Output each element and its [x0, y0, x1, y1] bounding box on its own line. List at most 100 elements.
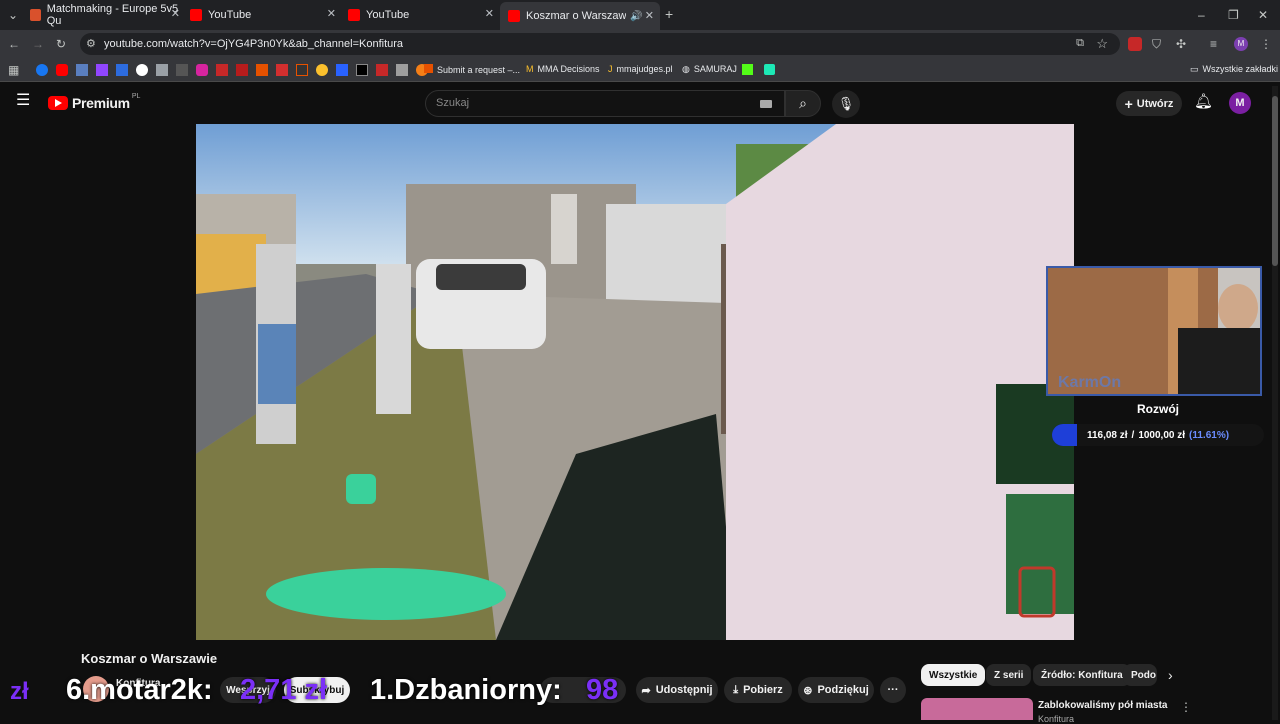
chip-related[interactable]: Podo	[1123, 664, 1157, 686]
bookmark-kick-icon[interactable]	[742, 64, 753, 75]
minimize-icon[interactable]: –	[1198, 8, 1205, 22]
bookmark-mma-decisions[interactable]: M MMA Decisions	[526, 64, 600, 74]
chip-series[interactable]: Z serii	[986, 664, 1032, 686]
reload-icon[interactable]: ↻	[56, 37, 66, 51]
tab-search-icon[interactable]: ⌄	[8, 8, 18, 22]
chip-label: Z serii	[994, 669, 1024, 681]
close-tab-icon[interactable]: ✕	[327, 7, 336, 20]
twitch-icon[interactable]	[96, 64, 108, 76]
close-tab-icon[interactable]: ✕	[645, 9, 654, 22]
thanks-button[interactable]: ⊛ Podziękuj	[798, 677, 874, 703]
logo-text: Premium	[72, 95, 130, 111]
hamburger-menu-icon[interactable]: ☰	[16, 93, 30, 109]
bookmark-samuraj[interactable]: ◍ SAMURAJ	[682, 64, 737, 75]
close-window-icon[interactable]: ✕	[1258, 8, 1268, 22]
bookmark-icon[interactable]	[156, 64, 168, 76]
chevron-right-icon[interactable]: ›	[1168, 668, 1173, 682]
ticker-left-amount: 2,71 zł	[240, 674, 328, 706]
next-video-menu-icon[interactable]: ⋮	[1180, 700, 1192, 714]
youtube-logo[interactable]: Premium PL	[48, 92, 141, 111]
bookmark-label: mmajudges.pl	[616, 64, 673, 74]
facebook-icon[interactable]	[36, 64, 48, 76]
shield-icon[interactable]: ⛉	[1152, 37, 1161, 51]
download-label: Pobierz	[743, 684, 783, 696]
back-icon[interactable]: ←	[8, 37, 20, 51]
extensions-icon[interactable]: ✣	[1176, 37, 1186, 51]
youtube-icon[interactable]	[56, 64, 68, 76]
thanks-label: Podziękuj	[817, 684, 869, 696]
extension-badge-icon[interactable]	[1128, 37, 1142, 51]
create-label: Utwórz	[1136, 97, 1174, 110]
instagram-icon[interactable]	[196, 64, 208, 76]
youtube-play-icon	[48, 96, 68, 110]
tab-matchmaking[interactable]: Matchmaking - Europe 5v5 Qu ✕	[30, 3, 180, 27]
profile-avatar[interactable]: M	[1234, 37, 1248, 51]
speaker-icon[interactable]: 🔊	[630, 11, 642, 22]
tab-active-video[interactable]: Koszmar o Warszawie - You 🔊 ✕	[500, 2, 660, 30]
tab-favicon-icon	[30, 9, 41, 21]
donation-goal-label: Rozwój	[1137, 402, 1179, 416]
bookmark-favicon-icon: ◍	[682, 64, 690, 74]
download-button[interactable]: ⤓ Pobierz	[724, 677, 792, 703]
video-player[interactable]	[196, 124, 1074, 640]
tab-youtube-1[interactable]: YouTube ✕	[190, 4, 336, 26]
scrollbar-thumb[interactable]	[1272, 96, 1278, 266]
bookmark-icon[interactable]	[316, 64, 328, 76]
goal-current: 116,08 zł	[1086, 429, 1128, 441]
bookmark-icon[interactable]	[236, 64, 248, 76]
page-scrollbar[interactable]	[1272, 86, 1278, 720]
bookmark-icon[interactable]	[116, 64, 128, 76]
bookmark-icon[interactable]	[376, 64, 388, 76]
close-tab-icon[interactable]: ✕	[171, 7, 180, 20]
bookmark-app-icon[interactable]	[764, 64, 775, 75]
next-video-thumbnail[interactable]	[921, 698, 1033, 720]
forward-icon[interactable]: →	[32, 37, 44, 51]
webcam-overlay: KarmOn	[1046, 266, 1262, 396]
search-box[interactable]: Szukaj	[425, 90, 785, 117]
account-avatar[interactable]: M	[1229, 92, 1251, 114]
logo-region: PL	[131, 92, 141, 100]
tab-youtube-2[interactable]: YouTube ✕	[348, 4, 494, 26]
close-tab-icon[interactable]: ✕	[485, 7, 494, 20]
google-icon[interactable]	[136, 64, 148, 76]
bookmark-icon[interactable]	[176, 64, 188, 76]
search-icon: ⌕	[799, 95, 807, 111]
share-button[interactable]: ➦ Udostępnij	[636, 677, 718, 703]
folder-icon: ▭	[1190, 64, 1199, 74]
bookmark-mmajudges[interactable]: Jmmajudges.pl	[608, 64, 673, 74]
chip-source[interactable]: Źródło: Konfitura	[1033, 664, 1131, 686]
restore-icon[interactable]: ❐	[1228, 8, 1239, 22]
next-video-title[interactable]: Zablokowaliśmy pół miasta	[1038, 700, 1167, 711]
bookmark-icon[interactable]	[396, 64, 408, 76]
menu-kebab-icon[interactable]: ⋮	[1260, 37, 1272, 51]
next-video-channel[interactable]: Konfitura	[1038, 714, 1074, 724]
chip-all[interactable]: Wszystkie	[921, 664, 986, 686]
bookmark-icon[interactable]	[336, 64, 348, 76]
bookmark-submit-request[interactable]: Submit a request –...	[424, 64, 520, 75]
voice-search-button[interactable]: 🎙	[832, 90, 860, 118]
site-info-icon[interactable]: ⚙	[86, 37, 96, 50]
bookmark-icon[interactable]	[216, 64, 228, 76]
omnibox[interactable]: ⚙ youtube.com/watch?v=OjYG4P3n0Yk&ab_cha…	[80, 33, 1120, 55]
search-input[interactable]: Szukaj	[436, 97, 469, 109]
new-tab-button[interactable]: +	[665, 7, 673, 21]
apps-grid-icon[interactable]: ▦	[8, 63, 19, 77]
address-toolbar: ← → ↻ ⚙ youtube.com/watch?v=OjYG4P3n0Yk&…	[0, 30, 1280, 58]
download-icon: ⤓	[733, 683, 739, 696]
search-button[interactable]: ⌕	[785, 90, 821, 117]
bookmark-icon[interactable]	[276, 64, 288, 76]
microphone-icon: 🎙	[837, 96, 855, 111]
x-icon[interactable]	[356, 64, 368, 76]
notifications-bell-icon[interactable]: 🔔︎	[1194, 94, 1213, 109]
install-icon[interactable]: ⧉	[1076, 37, 1084, 50]
bookmark-icon[interactable]	[76, 64, 88, 76]
keyboard-icon[interactable]	[760, 100, 772, 108]
bookmark-label: MMA Decisions	[537, 64, 600, 74]
star-icon[interactable]: ☆	[1096, 36, 1108, 52]
media-controls-icon[interactable]: ≡	[1210, 37, 1217, 51]
more-actions-button[interactable]: ···	[880, 677, 906, 703]
create-button[interactable]: + Utwórz	[1116, 91, 1182, 116]
all-bookmarks[interactable]: ▭ Wszystkie zakładki	[1190, 64, 1278, 75]
bookmark-icon[interactable]	[256, 64, 268, 76]
bookmark-icon[interactable]	[296, 64, 308, 76]
